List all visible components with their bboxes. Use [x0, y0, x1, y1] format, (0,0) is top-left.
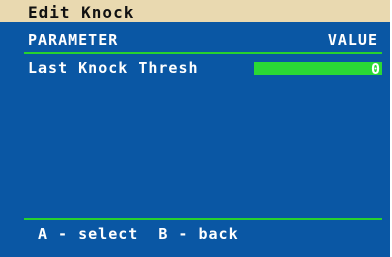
table-header: PARAMETER VALUE	[0, 30, 390, 50]
title-bar: Edit Knock	[0, 0, 390, 22]
page-title: Edit Knock	[28, 3, 135, 22]
parameter-value: 0	[370, 60, 380, 78]
parameter-label: Last Knock Thresh	[28, 59, 199, 77]
parameter-row-last-knock-thresh[interactable]: Last Knock Thresh 0	[0, 58, 390, 78]
value-field-selected[interactable]: 0	[254, 60, 382, 78]
footer-divider	[24, 218, 382, 220]
screen: Edit Knock PARAMETER VALUE Last Knock Th…	[0, 0, 390, 257]
header-divider	[24, 52, 382, 54]
control-hint: A - select B - back	[38, 225, 239, 243]
parameter-column-header: PARAMETER	[28, 31, 119, 49]
value-column-header: VALUE	[327, 31, 378, 49]
